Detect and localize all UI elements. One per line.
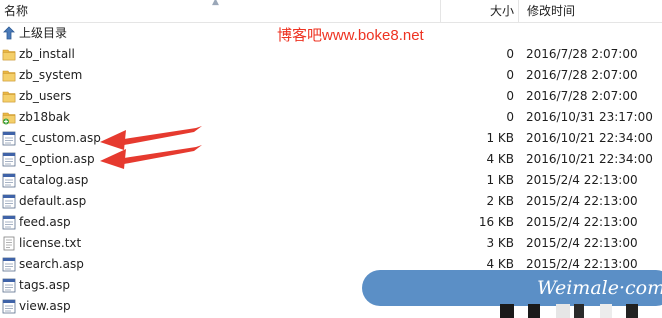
file-modified-date: 2016/7/28 2:07:00 (526, 89, 638, 103)
file-modified-date: 2015/2/4 22:13:00 (526, 194, 638, 208)
file-row[interactable]: c_option.asp 4 KB 2016/10/21 22:34:00 (0, 149, 662, 170)
file-modified-date: 2015/2/4 22:13:00 (526, 215, 638, 229)
file-name: tags.asp (19, 278, 70, 292)
file-row[interactable]: zb18bak 0 2016/10/31 23:17:00 (0, 107, 662, 128)
file-size: 1 KB (486, 173, 514, 187)
file-size: 0 (506, 68, 514, 82)
file-row[interactable]: default.asp 2 KB 2015/2/4 22:13:00 (0, 191, 662, 212)
file-name: zb_users (19, 89, 72, 103)
file-row[interactable]: license.txt 3 KB 2015/2/4 22:13:00 (0, 233, 662, 254)
file-size: 1 KB (486, 131, 514, 145)
file-name: catalog.asp (19, 173, 89, 187)
file-row[interactable]: catalog.asp 1 KB 2015/2/4 22:13:00 (0, 170, 662, 191)
parent-directory-label: 上级目录 (19, 26, 68, 40)
folder-new-icon (2, 112, 16, 125)
up-arrow-icon (3, 26, 15, 40)
asp-file-icon (2, 278, 16, 293)
brand-banner-text: Weimale·com (537, 277, 662, 299)
file-size: 2 KB (486, 194, 514, 208)
file-modified-date: 2016/7/28 2:07:00 (526, 47, 638, 61)
column-header-size[interactable]: 大小 (440, 0, 518, 22)
file-name: c_option.asp (19, 152, 95, 166)
file-size: 0 (506, 110, 514, 124)
folder-icon (2, 49, 16, 61)
asp-file-icon (2, 131, 16, 146)
text-file-icon (3, 236, 15, 251)
column-header-name[interactable]: 名称 (4, 0, 304, 22)
file-modified-date: 2016/10/21 22:34:00 (526, 131, 653, 145)
file-size: 16 KB (478, 215, 514, 229)
file-name: zb_system (19, 68, 83, 82)
file-row[interactable]: zb_install 0 2016/7/28 2:07:00 (0, 44, 662, 65)
file-modified-date: 2016/10/21 22:34:00 (526, 152, 653, 166)
asp-file-icon (2, 215, 16, 230)
column-header-bar: ▲ 名称 大小 修改时间 (0, 0, 662, 23)
file-row[interactable]: feed.asp 16 KB 2015/2/4 22:13:00 (0, 212, 662, 233)
file-row[interactable]: c_custom.asp 1 KB 2016/10/21 22:34:00 (0, 128, 662, 149)
file-size: 0 (506, 47, 514, 61)
file-name: search.asp (19, 257, 84, 271)
file-size: 3 KB (486, 236, 514, 250)
folder-icon (2, 70, 16, 82)
dark-blots (500, 304, 638, 318)
file-modified-date: 2016/10/31 23:17:00 (526, 110, 653, 124)
asp-file-icon (2, 299, 16, 314)
file-name: default.asp (19, 194, 87, 208)
asp-file-icon (2, 152, 16, 167)
site-watermark: 博客吧www.boke8.net (277, 27, 424, 44)
asp-file-icon (2, 194, 16, 209)
file-size: 0 (506, 89, 514, 103)
file-row[interactable]: zb_users 0 2016/7/28 2:07:00 (0, 86, 662, 107)
file-modified-date: 2015/2/4 22:13:00 (526, 173, 638, 187)
file-name: zb_install (19, 47, 75, 61)
folder-icon (2, 91, 16, 103)
file-modified-date: 2016/7/28 2:07:00 (526, 68, 638, 82)
file-name: license.txt (19, 236, 82, 250)
file-row[interactable]: zb_system 0 2016/7/28 2:07:00 (0, 65, 662, 86)
file-name: feed.asp (19, 215, 71, 229)
file-name: zb18bak (19, 110, 71, 124)
file-name: view.asp (19, 299, 71, 313)
file-size: 4 KB (486, 152, 514, 166)
file-name: c_custom.asp (19, 131, 101, 145)
asp-file-icon (2, 257, 16, 272)
asp-file-icon (2, 173, 16, 188)
column-header-date[interactable]: 修改时间 (518, 0, 662, 22)
file-modified-date: 2015/2/4 22:13:00 (526, 236, 638, 250)
